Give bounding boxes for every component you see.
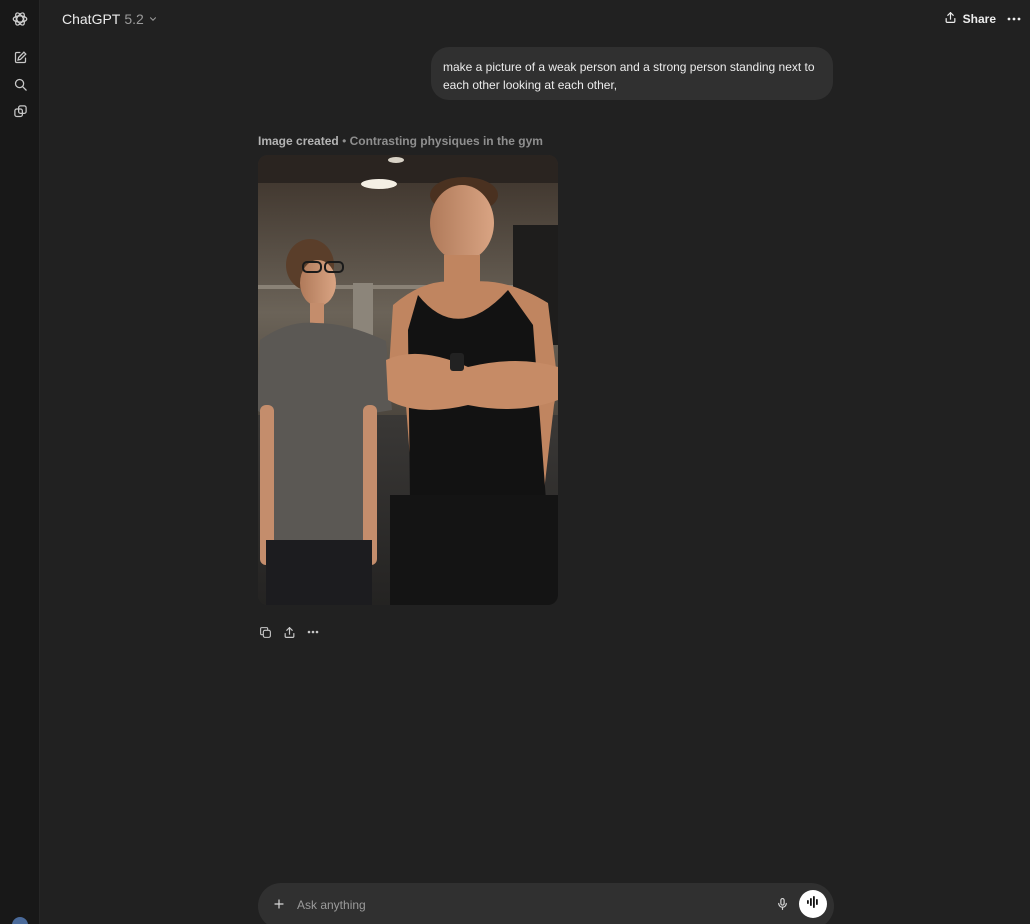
- library-icon[interactable]: [8, 99, 32, 123]
- copy-icon[interactable]: [256, 623, 274, 641]
- search-icon[interactable]: [8, 72, 32, 96]
- caption-separator: •: [342, 134, 347, 148]
- user-message-text: make a picture of a weak person and a st…: [443, 60, 815, 92]
- chevron-down-icon: [148, 11, 158, 27]
- image-title[interactable]: Contrasting physiques in the gym: [350, 134, 543, 148]
- composer: [258, 883, 834, 924]
- share-label: Share: [962, 12, 996, 26]
- generated-image[interactable]: [258, 155, 558, 605]
- model-version: 5.2: [124, 11, 144, 27]
- model-name: ChatGPT: [62, 11, 121, 27]
- top-header: ChatGPT 5.2 Share: [40, 0, 1030, 38]
- microphone-icon[interactable]: [773, 895, 791, 913]
- new-chat-icon[interactable]: [8, 45, 32, 69]
- more-actions-icon[interactable]: [304, 623, 322, 641]
- share-button[interactable]: Share: [944, 9, 996, 29]
- waveform-icon: [806, 895, 820, 914]
- sidebar-rail: [0, 0, 40, 924]
- user-message-bubble: make a picture of a weak person and a st…: [431, 47, 833, 100]
- model-picker[interactable]: ChatGPT 5.2: [62, 9, 158, 29]
- image-actions: [256, 623, 322, 641]
- prompt-input[interactable]: [297, 895, 757, 915]
- image-created-label: Image created: [258, 134, 339, 148]
- image-caption: Image created • Contrasting physiques in…: [258, 133, 543, 149]
- share-image-icon[interactable]: [280, 623, 298, 641]
- plus-icon[interactable]: [270, 895, 288, 913]
- share-icon: [944, 11, 957, 27]
- more-options-icon[interactable]: [1004, 9, 1024, 29]
- voice-mode-button[interactable]: [799, 890, 827, 918]
- openai-logo-icon[interactable]: [8, 7, 32, 31]
- avatar[interactable]: [12, 917, 28, 924]
